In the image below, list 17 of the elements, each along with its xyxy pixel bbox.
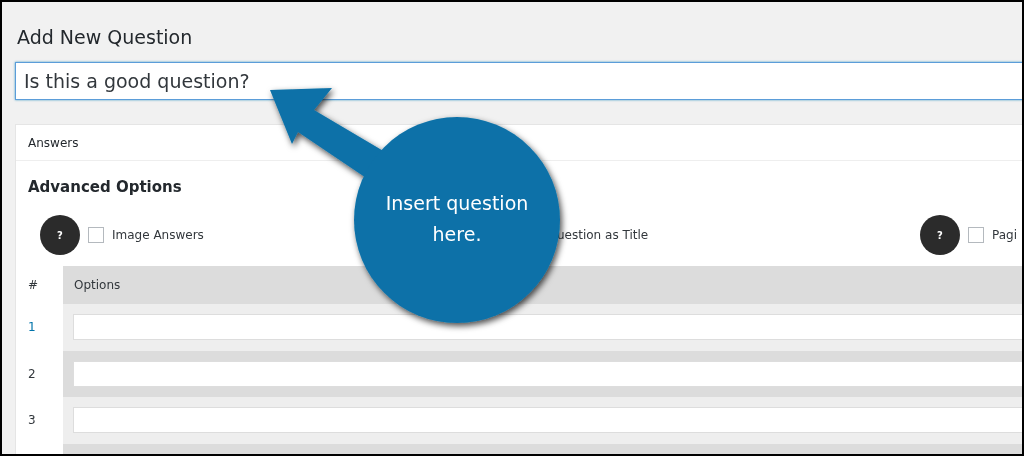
section-title: Advanced Options: [28, 178, 183, 196]
row-number: 3: [27, 412, 37, 430]
row-number: 1: [27, 319, 37, 337]
callout-text: Insert question here.: [385, 191, 529, 247]
option-label: Pagi: [992, 228, 1017, 242]
help-button[interactable]: ?: [40, 215, 80, 255]
checkbox[interactable]: [968, 227, 984, 243]
checkbox[interactable]: [88, 227, 104, 243]
option-input[interactable]: [73, 360, 1022, 387]
page-title: Add New Question: [17, 25, 194, 50]
option-label: Image Answers: [112, 228, 204, 242]
option-input[interactable]: [73, 407, 1022, 434]
question-field[interactable]: Is this a good question?: [15, 62, 1022, 100]
column-header: #: [27, 277, 40, 294]
help-button[interactable]: ?: [920, 215, 960, 255]
row-number: 2: [27, 365, 37, 383]
option-input[interactable]: [73, 314, 1022, 341]
